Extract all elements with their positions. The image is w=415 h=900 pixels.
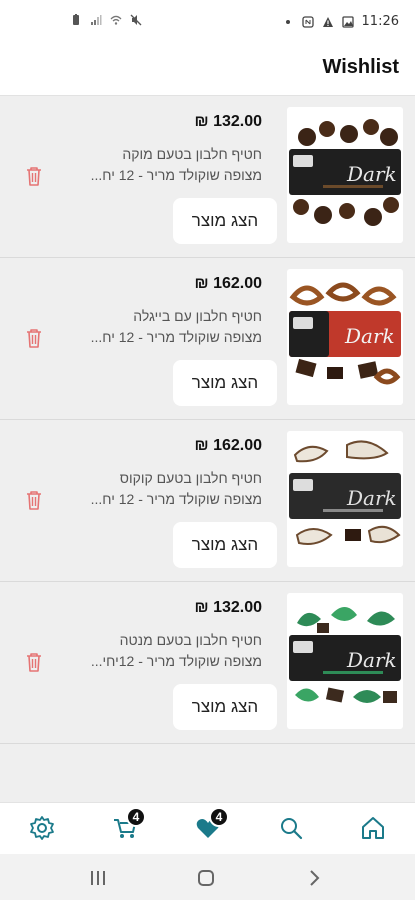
view-product-button[interactable]: הצג מוצר: [173, 198, 277, 244]
product-price: 132.00 ₪: [194, 113, 262, 130]
view-product-button[interactable]: הצג מוצר: [173, 684, 277, 730]
wishlist-item: Dark 162.00 ₪ חטיף חלבון עם בייגלה מצופה…: [0, 258, 415, 420]
app-header: Wishlist: [0, 46, 415, 96]
product-title-line2: מצופה שוקולד מריר - 12 יח...: [90, 329, 262, 345]
alert-icon: [322, 16, 333, 27]
back-icon[interactable]: [304, 868, 324, 888]
product-title-line1: חטיף חלבון בטעם מוקה: [122, 146, 262, 162]
trash-icon[interactable]: [24, 165, 44, 187]
page-title: Wishlist: [322, 56, 400, 78]
product-title-line1: חטיף חלבון בטעם מנטה: [119, 632, 262, 648]
product-price: 162.00 ₪: [194, 437, 262, 454]
product-price: 132.00 ₪: [194, 599, 262, 616]
wishlist-count-badge: 4: [209, 807, 229, 827]
product-title-line2: מצופה שוקולד מריר - 12 יח...: [90, 491, 262, 507]
svg-text:Dark: Dark: [346, 486, 397, 510]
recent-apps-icon[interactable]: [88, 868, 108, 888]
mute-icon: [130, 14, 142, 26]
clock: 11:26: [361, 14, 399, 29]
signal-icon: [91, 15, 102, 25]
view-product-button[interactable]: הצג מוצר: [173, 360, 277, 406]
product-title-line2: מצופה שוקולד מריר - 12יחי...: [90, 653, 262, 669]
home-icon: [362, 817, 384, 839]
system-nav-bar: [0, 854, 415, 900]
svg-text:Dark: Dark: [344, 324, 395, 348]
product-title: חטיף חלבון עם בייגלה מצופה שוקולד מריר -…: [62, 306, 262, 348]
mint-protein-bar-image: Dark: [289, 607, 401, 703]
view-product-button[interactable]: הצג מוצר: [173, 522, 277, 568]
trash-icon[interactable]: [24, 327, 44, 349]
product-title-line1: חטיף חלבון עם בייגלה: [133, 308, 262, 324]
product-image[interactable]: Dark: [287, 431, 403, 567]
product-title: חטיף חלבון בטעם מנטה מצופה שוקולד מריר -…: [62, 630, 262, 672]
wishlist-item: Dark 162.00 ₪ חטיף חלבון בטעם קוקוס מצופ…: [0, 420, 415, 582]
product-image[interactable]: Dark: [287, 269, 403, 405]
pretzel-protein-bar-image: Dark: [289, 282, 401, 385]
tab-wishlist[interactable]: 4: [195, 807, 229, 841]
svg-text:Dark: Dark: [346, 648, 397, 672]
trash-icon[interactable]: [24, 489, 44, 511]
tab-home[interactable]: [360, 815, 386, 841]
home-nav-icon[interactable]: [196, 868, 216, 888]
wifi-icon: [110, 15, 122, 25]
bottom-tab-bar: 4 4: [0, 802, 415, 854]
product-price: 162.00 ₪: [194, 275, 262, 292]
product-title: חטיף חלבון בטעם קוקוס מצופה שוקולד מריר …: [62, 468, 262, 510]
wishlist-item: Dark 132.00 ₪ חטיף חלבון בטעם מנטה מצופה…: [0, 582, 415, 744]
gear-icon: [30, 816, 54, 840]
trash-icon[interactable]: [24, 651, 44, 673]
cart-count-badge: 4: [126, 807, 146, 827]
product-title: חטיף חלבון בטעם מוקה מצופה שוקולד מריר -…: [62, 144, 262, 186]
search-icon: [281, 818, 303, 840]
status-bar: 11:26: [0, 0, 415, 46]
dot-icon: [285, 19, 290, 24]
product-title-line1: חטיף חלבון בטעם קוקוס: [119, 470, 262, 486]
svg-text:Dark: Dark: [346, 162, 397, 186]
image-icon: [341, 15, 354, 28]
tab-search[interactable]: [278, 815, 304, 841]
wishlist-item: Dark 132.00 ₪ חטיף חלבון בטעם מוקה מצופה…: [0, 96, 415, 258]
mocha-protein-bar-image: Dark: [289, 119, 401, 226]
coconut-protein-bar-image: Dark: [289, 440, 401, 545]
wishlist: Dark 132.00 ₪ חטיף חלבון בטעם מוקה מצופה…: [0, 96, 415, 744]
nfc-icon: [301, 15, 314, 28]
tab-cart[interactable]: 4: [112, 807, 146, 841]
product-image[interactable]: Dark: [287, 593, 403, 729]
tab-settings[interactable]: [29, 815, 55, 841]
status-icons-left: [70, 14, 142, 26]
status-icons-right: 11:26: [282, 14, 399, 29]
product-image[interactable]: Dark: [287, 107, 403, 243]
battery-icon: [73, 14, 79, 25]
product-title-line2: מצופה שוקולד מריר - 12 יח...: [90, 167, 262, 183]
